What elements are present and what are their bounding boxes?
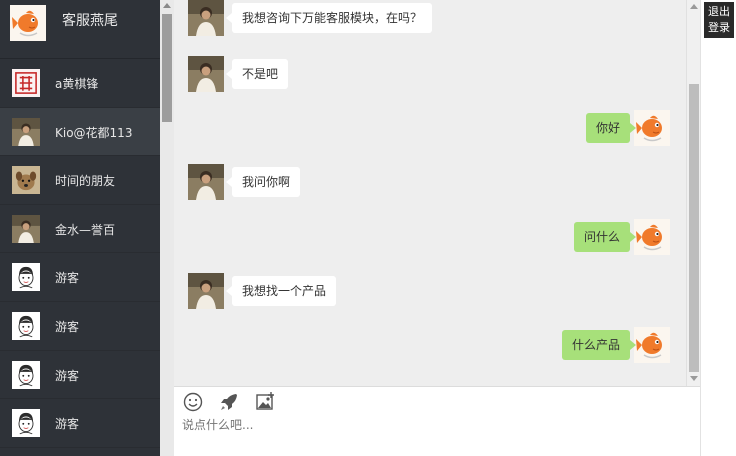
conversation-item[interactable]: 游客 <box>0 399 160 448</box>
conversation-item[interactable]: 游客 <box>0 351 160 400</box>
conversation-item-label: 游客 <box>55 417 80 432</box>
conversation-item-label: 游客 <box>55 271 80 286</box>
image-icon[interactable] <box>254 391 276 413</box>
conversation-item-label: a黄棋锋 <box>55 77 99 91</box>
message-input[interactable] <box>182 415 682 435</box>
emoji-icon[interactable] <box>182 391 204 413</box>
conversation-sidebar: 客服燕尾 a黄棋锋 Kio@花都113 时间的朋友 金水—誉百 游客 游客 游客 游客 <box>0 0 174 456</box>
person-photo-avatar-icon <box>12 118 40 146</box>
conversation-item[interactable]: Kio@花都113 <box>0 107 160 157</box>
message-row-agent: 什么产品 <box>174 327 700 361</box>
message-row-agent: 你好 <box>174 110 700 144</box>
sidebar-scrollbar[interactable] <box>160 0 174 456</box>
message-row-visitor: 我想找一个产品 <box>174 273 700 307</box>
goldfish-avatar-icon <box>634 110 670 146</box>
scroll-down-arrow-icon[interactable] <box>690 376 698 381</box>
chat-messages-area: 我想咨询下万能客服模块，在吗？ 不是吧你好我问你啊问什么我想找一个产品什么产品 <box>174 0 700 386</box>
goldfish-avatar-icon <box>10 5 46 41</box>
message-row-visitor: 我想咨询下万能客服模块，在吗？ <box>174 0 700 34</box>
agent-profile-header: 客服燕尾 <box>0 0 160 59</box>
goldfish-avatar-icon <box>634 327 670 363</box>
conversation-item[interactable]: 游客 <box>0 302 160 351</box>
message-row-agent: 问什么 <box>174 219 700 253</box>
message-bubble: 你好 <box>585 113 637 143</box>
scroll-up-arrow-icon[interactable] <box>163 3 171 8</box>
agent-name: 客服燕尾 <box>62 13 118 29</box>
message-bubble: 我想咨询下万能客服模块，在吗？ <box>225 3 433 33</box>
conversation-item[interactable]: 时间的朋友 <box>0 156 160 205</box>
cartoon-guest-avatar-icon <box>12 263 40 291</box>
person-photo-avatar-icon <box>188 164 224 200</box>
goldfish-avatar-icon <box>634 219 670 255</box>
rocket-icon[interactable] <box>218 391 240 413</box>
message-bubble: 问什么 <box>573 222 637 252</box>
person-photo-avatar-icon <box>188 273 224 309</box>
message-bubble: 什么产品 <box>561 330 637 360</box>
chat-scrollbar[interactable] <box>686 0 700 386</box>
red-seal-avatar-icon <box>12 69 40 97</box>
conversation-item-label: 金水—誉百 <box>55 222 116 237</box>
conversation-list: 客服燕尾 a黄棋锋 Kio@花都113 时间的朋友 金水—誉百 游客 游客 游客 游客 <box>0 0 160 448</box>
conversation-item-label: Kio@花都113 <box>55 125 133 140</box>
cartoon-guest-avatar-icon <box>12 361 40 389</box>
logout-label: 登录 <box>708 21 730 34</box>
message-composer <box>174 386 700 456</box>
conversation-item[interactable]: a黄棋锋 <box>0 59 160 108</box>
conversation-item[interactable]: 金水—誉百 <box>0 205 160 254</box>
logout-label: 退出 <box>708 5 730 18</box>
message-row-visitor: 我问你啊 <box>174 164 700 198</box>
scroll-up-arrow-icon[interactable] <box>690 4 698 9</box>
message-bubble: 我问你啊 <box>225 167 301 197</box>
dog-photo-avatar-icon <box>12 166 40 194</box>
conversation-item-label: 游客 <box>55 319 80 334</box>
chat-scrollbar-thumb[interactable] <box>689 84 699 372</box>
person-photo-avatar-icon <box>12 215 40 243</box>
logout-button[interactable]: 退出 登录 <box>704 2 734 38</box>
cartoon-guest-avatar-icon <box>12 409 40 437</box>
person-photo-avatar-icon <box>188 56 224 92</box>
person-photo-avatar-icon <box>188 0 224 36</box>
message-bubble: 不是吧 <box>225 59 289 89</box>
right-panel: 退出 登录 <box>700 0 736 456</box>
message-bubble: 我想找一个产品 <box>225 276 337 306</box>
conversation-item-label: 游客 <box>55 368 80 383</box>
conversation-item[interactable]: 游客 <box>0 253 160 302</box>
sidebar-scrollbar-thumb[interactable] <box>162 14 172 122</box>
cartoon-guest-avatar-icon <box>12 312 40 340</box>
message-row-visitor: 不是吧 <box>174 56 700 90</box>
conversation-item-label: 时间的朋友 <box>55 174 116 189</box>
